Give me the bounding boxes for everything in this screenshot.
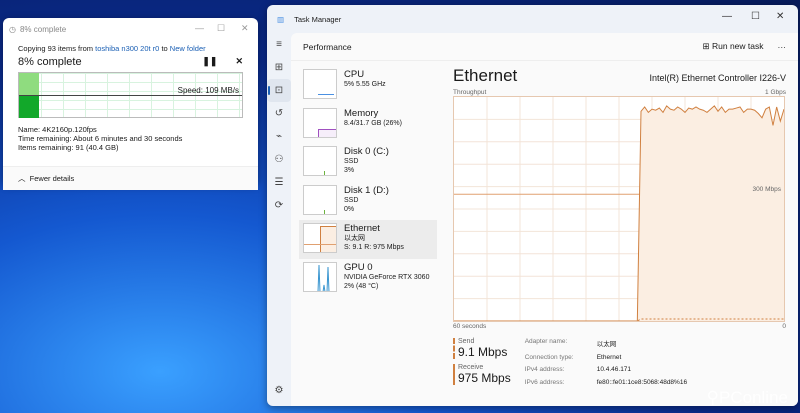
progress-fill <box>19 73 39 95</box>
nav-rail: ≡ ⊞ ⊡ ↺ ⌁ ⚇ ☰ ⟳ ⚙ <box>267 33 291 406</box>
detail-value: 以太网 <box>596 341 617 348</box>
item-name: GPU 0 <box>344 261 373 273</box>
resource-item-disk0[interactable]: Disk 0 (C:) SSD 3% <box>299 143 437 182</box>
adapter-details: Adapter name: 以太网 Connection type: Ethernet… <box>525 338 687 390</box>
users-icon[interactable]: ⚇ <box>267 148 291 171</box>
to-text: to <box>161 44 168 53</box>
zero-label: 0 <box>782 323 786 330</box>
close-button[interactable]: ✕ <box>241 23 249 34</box>
run-task-icon: ⊞ <box>702 41 710 51</box>
resource-item-eth[interactable]: Ethernet 以太网 S: 9.1 R: 975 Mbps <box>299 220 437 259</box>
copy-title: 8% complete <box>19 24 67 34</box>
detail-key: Connection type: <box>524 353 574 361</box>
copy-speed-graph: Speed: 109 MB/s <box>18 72 243 118</box>
maximize-button[interactable]: ☐ <box>751 11 760 22</box>
max-label: 1 Gbps <box>765 89 786 96</box>
resource-list: CPU 5% 5.55 GHz Memory 8.4/31.7 GB (26%) Dis… <box>299 66 437 297</box>
mid-scale-label: 300 Mbps <box>752 186 781 193</box>
item-sub1: 以太网 <box>344 235 365 242</box>
items-remaining: Items remaining: 91 (40.4 GB) <box>18 143 119 152</box>
resource-item-mem[interactable]: Memory 8.4/31.7 GB (26%) <box>299 105 437 144</box>
thumbnail-graph <box>303 146 337 176</box>
item-sub1: SSD <box>344 196 359 204</box>
clock-icon: ◷ <box>9 24 16 34</box>
startup-icon[interactable]: ⌁ <box>267 125 291 148</box>
item-sub1: 8.4/31.7 GB (26%) <box>344 119 402 127</box>
item-name: Ethernet <box>344 223 380 234</box>
section-title: Performance <box>303 41 352 52</box>
services-icon[interactable]: ⟳ <box>267 194 291 217</box>
time-remaining: Time remaining: About 6 minutes and 30 s… <box>18 134 183 143</box>
percent-label: 8% complete <box>18 56 82 68</box>
app-history-icon[interactable]: ↺ <box>267 102 291 125</box>
item-sub2: S: 9.1 R: 975 Mbps <box>344 244 404 251</box>
close-button[interactable]: ✕ <box>776 11 784 22</box>
item-sub1: SSD <box>344 158 359 165</box>
adapter-model: Intel(R) Ethernet Controller I226-V <box>649 73 786 83</box>
dest-link[interactable]: New folder <box>170 44 206 53</box>
speed-label: Speed: 109 MB/s <box>177 86 239 95</box>
send-label: Send <box>458 338 475 345</box>
copy-dialog: ◷ 8% complete — ☐ ✕ Copying 93 items fro… <box>3 18 258 190</box>
minimize-button[interactable]: — <box>722 11 732 22</box>
resource-item-cpu[interactable]: CPU 5% 5.55 GHz <box>299 66 437 105</box>
maximize-button[interactable]: ☐ <box>217 23 225 34</box>
settings-icon[interactable]: ⚙ <box>267 379 291 402</box>
tm-titlebar: ▥ Task Manager — ☐ ✕ <box>267 5 798 33</box>
item-name: Disk 0 (C:) <box>344 146 389 157</box>
pconline-watermark: ⚲PConline <box>706 388 788 407</box>
detail-value: 10.4.46.171 <box>596 366 632 373</box>
item-sub2: 0% <box>344 205 355 213</box>
detail-value: fe80::fe01:1ce8:5068:48d8%16 <box>596 378 688 386</box>
resource-item-gpu[interactable]: GPU 0 NVIDIA GeForce RTX 3060 2% (48 °C) <box>299 259 437 298</box>
file-name: Name: 4K2160p.120fps <box>18 125 97 134</box>
thumbnail-graph <box>303 184 337 215</box>
details-icon[interactable]: ☰ <box>267 171 291 194</box>
minimize-button[interactable]: — <box>195 23 204 33</box>
resource-item-disk1[interactable]: Disk 1 (D:) SSD 0% <box>299 182 437 221</box>
item-name: CPU <box>344 69 365 80</box>
task-manager-icon: ▥ <box>277 14 285 24</box>
item-sub2: 2% (48 °C) <box>344 282 379 290</box>
throughput-chart: 300 Mbps <box>453 96 785 322</box>
item-sub2: 3% <box>344 167 355 174</box>
item-sub1: NVIDIA GeForce RTX 3060 <box>344 273 430 281</box>
item-sub1: 5% 5.55 GHz <box>344 81 386 88</box>
send-value: 9.1 Mbps <box>458 345 508 359</box>
task-manager-window: ▥ Task Manager — ☐ ✕ ≡ ⊞ ⊡ ↺ ⌁ ⚇ ☰ ⟳ ⚙ P… <box>267 5 798 406</box>
hamburger-icon[interactable]: ≡ <box>267 33 291 56</box>
source-link[interactable]: toshiba n300 20t r0 <box>95 44 159 53</box>
thumbnail-graph <box>303 107 337 138</box>
fewer-details-button[interactable]: ︿ Fewer details <box>3 166 258 190</box>
thumbnail-graph <box>303 223 337 253</box>
processes-icon[interactable]: ⊞ <box>267 56 291 79</box>
detail-value: Ethernet <box>596 353 622 361</box>
more-options-icon[interactable]: ··· <box>778 42 787 52</box>
fewer-details-label: Fewer details <box>29 174 75 183</box>
detail-key: IPv4 address: <box>524 366 565 373</box>
item-name: Memory <box>344 107 379 119</box>
speed-line <box>19 95 242 96</box>
performance-icon[interactable]: ⊡ <box>267 79 291 102</box>
progress-fill-lower <box>19 96 39 118</box>
receive-label: Receive <box>458 364 484 371</box>
resource-heading: Ethernet <box>453 66 518 85</box>
detail-key: Adapter name: <box>524 338 568 345</box>
item-name: Disk 1 (D:) <box>344 184 389 196</box>
thumbnail-graph <box>303 261 337 292</box>
thumbnail-graph <box>303 69 337 99</box>
run-new-task-label: Run new task <box>712 41 764 51</box>
copy-titlebar: ◷ 8% complete — ☐ ✕ <box>3 18 258 40</box>
detail-key: IPv6 address: <box>524 378 565 386</box>
copy-prefix: Copying 93 items from <box>18 44 94 53</box>
time-axis-label: 60 seconds <box>453 323 487 330</box>
receive-value: 975 Mbps <box>458 371 511 385</box>
throughput-label: Throughput <box>453 89 487 96</box>
copy-description: Copying 93 items from toshiba n300 20t r… <box>18 44 243 53</box>
run-new-task-button[interactable]: ⊞ Run new task <box>703 41 764 52</box>
cancel-button[interactable]: ✕ <box>235 56 243 68</box>
chevron-up-icon: ︿ <box>18 174 26 183</box>
tm-title: Task Manager <box>294 14 342 24</box>
pause-button[interactable]: ❚❚ <box>202 56 217 68</box>
